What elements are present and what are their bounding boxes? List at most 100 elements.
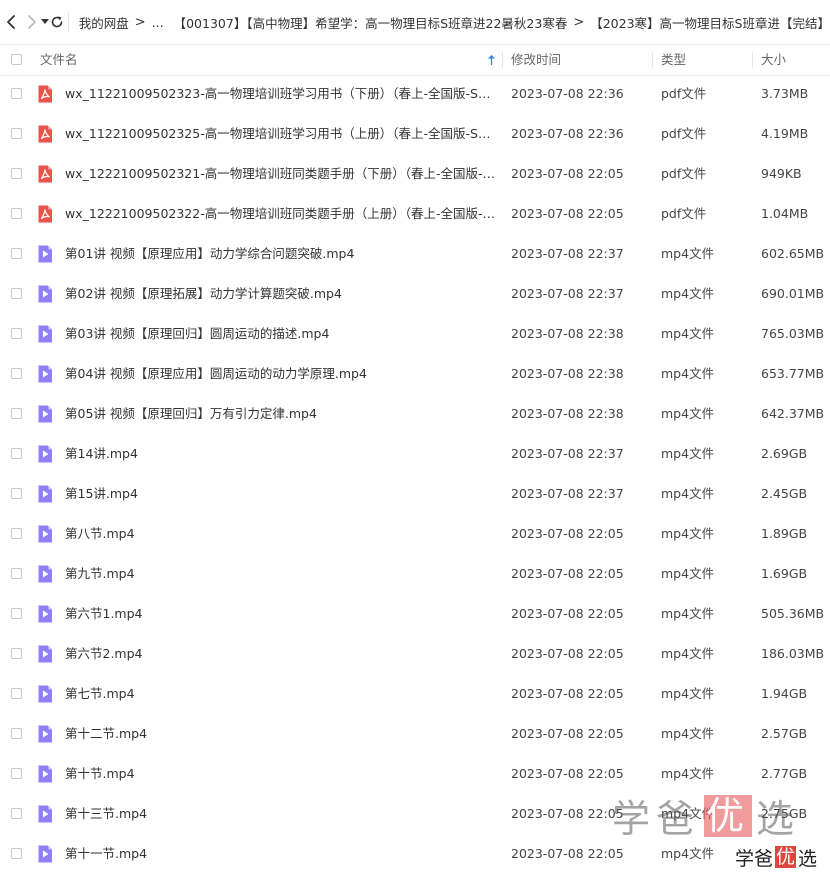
file-row[interactable]: 第14讲.mp4 2023-07-08 22:37 mp4文件 2.69GB xyxy=(0,434,830,474)
file-row[interactable]: 第03讲 视频【原理回归】圆周运动的描述.mp4 2023-07-08 22:38… xyxy=(0,314,830,354)
row-checkbox[interactable] xyxy=(11,168,22,179)
video-file-icon xyxy=(37,765,53,783)
row-checkbox[interactable] xyxy=(11,568,22,579)
breadcrumb-item-root[interactable]: 我的网盘 xyxy=(79,13,129,32)
column-header-modified[interactable]: 修改时间 xyxy=(511,45,561,75)
file-name[interactable]: 第八节.mp4 xyxy=(65,514,495,554)
file-row[interactable]: wx_11221009502325-高一物理培训班学习用书（上册）（春上-全国版… xyxy=(0,114,830,154)
breadcrumb-item-current[interactable]: 【2023寒】高一物理目标S班章进【完结】 xyxy=(590,13,830,32)
chevron-right-icon xyxy=(27,15,36,29)
toolbar-divider xyxy=(68,12,69,32)
file-row[interactable]: 第01讲 视频【原理应用】动力学综合问题突破.mp4 2023-07-08 22:… xyxy=(0,234,830,274)
file-name[interactable]: 第十节.mp4 xyxy=(65,754,495,794)
file-modified: 2023-07-08 22:05 xyxy=(511,646,624,661)
file-name[interactable]: 第六节2.mp4 xyxy=(65,634,495,674)
breadcrumb-separator-icon: > xyxy=(134,14,146,30)
file-size: 2.57GB xyxy=(761,726,808,741)
row-checkbox[interactable] xyxy=(11,448,22,459)
row-checkbox[interactable] xyxy=(11,768,22,779)
file-row[interactable]: 第六节2.mp4 2023-07-08 22:05 mp4文件 186.03MB xyxy=(0,634,830,674)
file-name[interactable]: 第十一节.mp4 xyxy=(65,834,495,874)
file-name[interactable]: wx_12221009502322-高一物理培训班同类题手册（上册）（春上-全国… xyxy=(65,194,495,234)
row-checkbox[interactable] xyxy=(11,648,22,659)
file-name[interactable]: 第01讲 视频【原理应用】动力学综合问题突破.mp4 xyxy=(65,234,495,274)
row-checkbox[interactable] xyxy=(11,808,22,819)
row-checkbox[interactable] xyxy=(11,88,22,99)
file-row[interactable]: 第六节1.mp4 2023-07-08 22:05 mp4文件 505.36MB xyxy=(0,594,830,634)
file-type: pdf文件 xyxy=(661,126,707,141)
file-type: mp4文件 xyxy=(661,246,715,261)
file-list-header: 文件名 修改时间 类型 大小 xyxy=(0,44,830,76)
row-checkbox[interactable] xyxy=(11,288,22,299)
video-file-icon xyxy=(37,685,53,703)
row-checkbox[interactable] xyxy=(11,128,22,139)
breadcrumb-item-ellipsis[interactable]: ... xyxy=(152,15,164,30)
video-file-icon xyxy=(37,805,53,823)
video-file-icon xyxy=(37,645,53,663)
file-modified: 2023-07-08 22:05 xyxy=(511,566,624,581)
file-row[interactable]: 第九节.mp4 2023-07-08 22:05 mp4文件 1.69GB xyxy=(0,554,830,594)
file-row[interactable]: wx_12221009502322-高一物理培训班同类题手册（上册）（春上-全国… xyxy=(0,194,830,234)
forward-button[interactable] xyxy=(22,0,41,44)
sort-ascending-icon[interactable] xyxy=(487,54,496,66)
file-modified: 2023-07-08 22:05 xyxy=(511,606,624,621)
file-type: mp4文件 xyxy=(661,646,715,661)
row-checkbox[interactable] xyxy=(11,728,22,739)
file-name[interactable]: 第15讲.mp4 xyxy=(65,474,495,514)
file-modified: 2023-07-08 22:36 xyxy=(511,126,624,141)
file-name[interactable]: 第04讲 视频【原理应用】圆周运动的动力学原理.mp4 xyxy=(65,354,495,394)
file-name[interactable]: 第七节.mp4 xyxy=(65,674,495,714)
column-header-name[interactable]: 文件名 xyxy=(40,45,78,75)
row-checkbox[interactable] xyxy=(11,368,22,379)
file-modified: 2023-07-08 22:37 xyxy=(511,446,624,461)
file-size: 949KB xyxy=(761,166,802,181)
file-name[interactable]: 第03讲 视频【原理回归】圆周运动的描述.mp4 xyxy=(65,314,495,354)
watermark-char: 爸 xyxy=(754,847,774,870)
select-all-checkbox[interactable] xyxy=(11,54,22,65)
navigation-bar: 我的网盘 > ... 【001307】【高中物理】希望学：高一物理目标S班章进2… xyxy=(0,0,830,44)
row-checkbox[interactable] xyxy=(11,608,22,619)
file-size: 642.37MB xyxy=(761,406,825,421)
file-name[interactable]: 第六节1.mp4 xyxy=(65,594,495,634)
row-checkbox[interactable] xyxy=(11,208,22,219)
file-name[interactable]: 第14讲.mp4 xyxy=(65,434,495,474)
file-row[interactable]: 第04讲 视频【原理应用】圆周运动的动力学原理.mp4 2023-07-08 22… xyxy=(0,354,830,394)
file-name[interactable]: 第02讲 视频【原理拓展】动力学计算题突破.mp4 xyxy=(65,274,495,314)
row-checkbox[interactable] xyxy=(11,528,22,539)
row-checkbox[interactable] xyxy=(11,848,22,859)
column-divider[interactable] xyxy=(502,52,503,68)
file-row[interactable]: 第七节.mp4 2023-07-08 22:05 mp4文件 1.94GB xyxy=(0,674,830,714)
column-divider[interactable] xyxy=(752,52,753,68)
history-dropdown-button[interactable] xyxy=(40,0,49,44)
file-row[interactable]: 第八节.mp4 2023-07-08 22:05 mp4文件 1.89GB xyxy=(0,514,830,554)
file-row[interactable]: 第十二节.mp4 2023-07-08 22:05 mp4文件 2.57GB xyxy=(0,714,830,754)
row-checkbox[interactable] xyxy=(11,248,22,259)
column-header-size[interactable]: 大小 xyxy=(761,45,786,75)
refresh-button[interactable] xyxy=(49,0,64,44)
back-button[interactable] xyxy=(0,0,22,44)
caret-down-icon xyxy=(40,19,49,24)
file-type: pdf文件 xyxy=(661,206,707,221)
column-header-type[interactable]: 类型 xyxy=(661,45,686,75)
row-checkbox[interactable] xyxy=(11,408,22,419)
file-name[interactable]: wx_11221009502323-高一物理培训班学习用书（下册）（春上-全国版… xyxy=(65,74,495,114)
file-name[interactable]: wx_12221009502321-高一物理培训班同类题手册（下册）（春上-全国… xyxy=(65,154,495,194)
file-size: 1.04MB xyxy=(761,206,809,221)
file-name[interactable]: 第九节.mp4 xyxy=(65,554,495,594)
file-name[interactable]: 第十二节.mp4 xyxy=(65,714,495,754)
file-row[interactable]: 第15讲.mp4 2023-07-08 22:37 mp4文件 2.45GB xyxy=(0,474,830,514)
file-name[interactable]: 第十三节.mp4 xyxy=(65,794,495,834)
file-row[interactable]: wx_11221009502323-高一物理培训班学习用书（下册）（春上-全国版… xyxy=(0,74,830,114)
file-name[interactable]: wx_11221009502325-高一物理培训班学习用书（上册）（春上-全国版… xyxy=(65,114,495,154)
row-checkbox[interactable] xyxy=(11,688,22,699)
file-row[interactable]: 第05讲 视频【原理回归】万有引力定律.mp4 2023-07-08 22:38 m… xyxy=(0,394,830,434)
column-divider[interactable] xyxy=(652,52,653,68)
row-checkbox[interactable] xyxy=(11,328,22,339)
file-name[interactable]: 第05讲 视频【原理回归】万有引力定律.mp4 xyxy=(65,394,495,434)
file-row[interactable]: wx_12221009502321-高一物理培训班同类题手册（下册）（春上-全国… xyxy=(0,154,830,194)
file-row[interactable]: 第02讲 视频【原理拓展】动力学计算题突破.mp4 2023-07-08 22:3… xyxy=(0,274,830,314)
file-size: 690.01MB xyxy=(761,286,825,301)
row-checkbox[interactable] xyxy=(11,488,22,499)
file-size: 1.69GB xyxy=(761,566,808,581)
breadcrumb-item-course[interactable]: 【001307】【高中物理】希望学：高一物理目标S班章进22暑秋23寒春 xyxy=(174,13,568,32)
